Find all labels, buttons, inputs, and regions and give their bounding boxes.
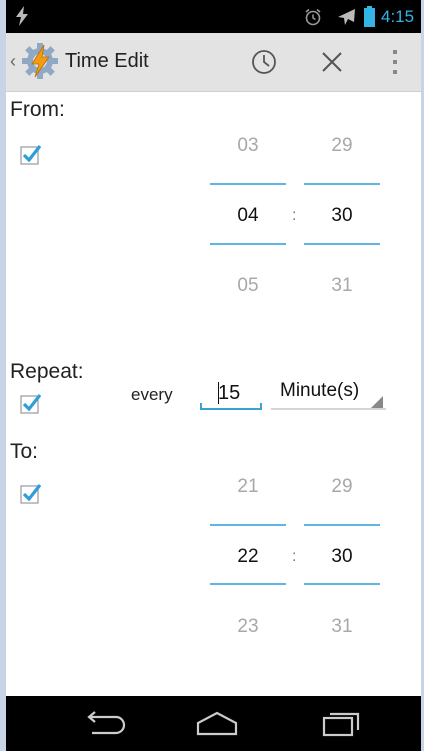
to-hour-divider-bottom — [210, 583, 286, 585]
to-minute-divider-top — [304, 524, 380, 526]
overflow-menu-icon[interactable] — [381, 45, 409, 79]
spinner-arrow-icon — [271, 396, 386, 410]
back-icon[interactable] — [80, 708, 130, 738]
from-label: From: — [10, 98, 65, 121]
from-minute-prev[interactable]: 29 — [304, 135, 380, 157]
flash-icon — [16, 6, 28, 26]
window-frame-left — [0, 0, 6, 751]
from-hour-divider-top — [210, 183, 286, 185]
to-minute-selected[interactable]: 30 — [304, 546, 380, 568]
from-hour-selected[interactable]: 04 — [210, 205, 286, 227]
navigation-bar — [6, 696, 421, 751]
to-time-separator: : — [292, 548, 297, 565]
recent-apps-icon[interactable] — [316, 708, 366, 738]
up-caret-icon[interactable]: ‹ — [10, 51, 16, 72]
from-minute-divider-bottom — [304, 243, 380, 245]
repeat-checkbox[interactable] — [20, 393, 42, 415]
repeat-interval-input[interactable]: 15 — [200, 380, 262, 410]
action-bar: ‹ Time Edit — [6, 33, 421, 92]
clock-icon[interactable] — [244, 45, 284, 79]
to-hour-next[interactable]: 23 — [210, 616, 286, 638]
to-checkbox[interactable] — [20, 483, 42, 505]
from-minute-selected[interactable]: 30 — [304, 205, 380, 227]
page-title: Time Edit — [65, 50, 149, 72]
close-icon[interactable] — [312, 45, 352, 79]
clock-time: 4:15 — [381, 7, 415, 26]
from-minute-divider-top — [304, 183, 380, 185]
to-hour-prev[interactable]: 21 — [210, 476, 286, 498]
to-hour-divider-top — [210, 524, 286, 526]
from-hour-divider-bottom — [210, 243, 286, 245]
app-gear-lightning-icon[interactable] — [20, 41, 60, 81]
to-minute-divider-bottom — [304, 583, 380, 585]
from-checkbox[interactable] — [20, 144, 42, 166]
every-label: every — [131, 385, 173, 404]
to-minute-prev[interactable]: 29 — [304, 476, 380, 498]
repeat-label: Repeat: — [10, 360, 84, 383]
status-bar: 4:15 — [6, 0, 421, 33]
alarm-clock-icon — [305, 8, 321, 26]
from-hour-prev[interactable]: 03 — [210, 135, 286, 157]
from-minute-next[interactable]: 31 — [304, 275, 380, 297]
from-time-separator: : — [292, 207, 297, 224]
to-minute-next[interactable]: 31 — [304, 616, 380, 638]
battery-icon — [364, 6, 375, 27]
from-hour-next[interactable]: 05 — [210, 275, 286, 297]
to-hour-selected[interactable]: 22 — [210, 546, 286, 568]
airplane-icon — [338, 9, 355, 25]
repeat-unit-spinner[interactable]: Minute(s) — [271, 378, 387, 410]
input-underline — [200, 403, 262, 410]
to-label: To: — [10, 440, 39, 463]
home-icon[interactable] — [192, 708, 242, 738]
